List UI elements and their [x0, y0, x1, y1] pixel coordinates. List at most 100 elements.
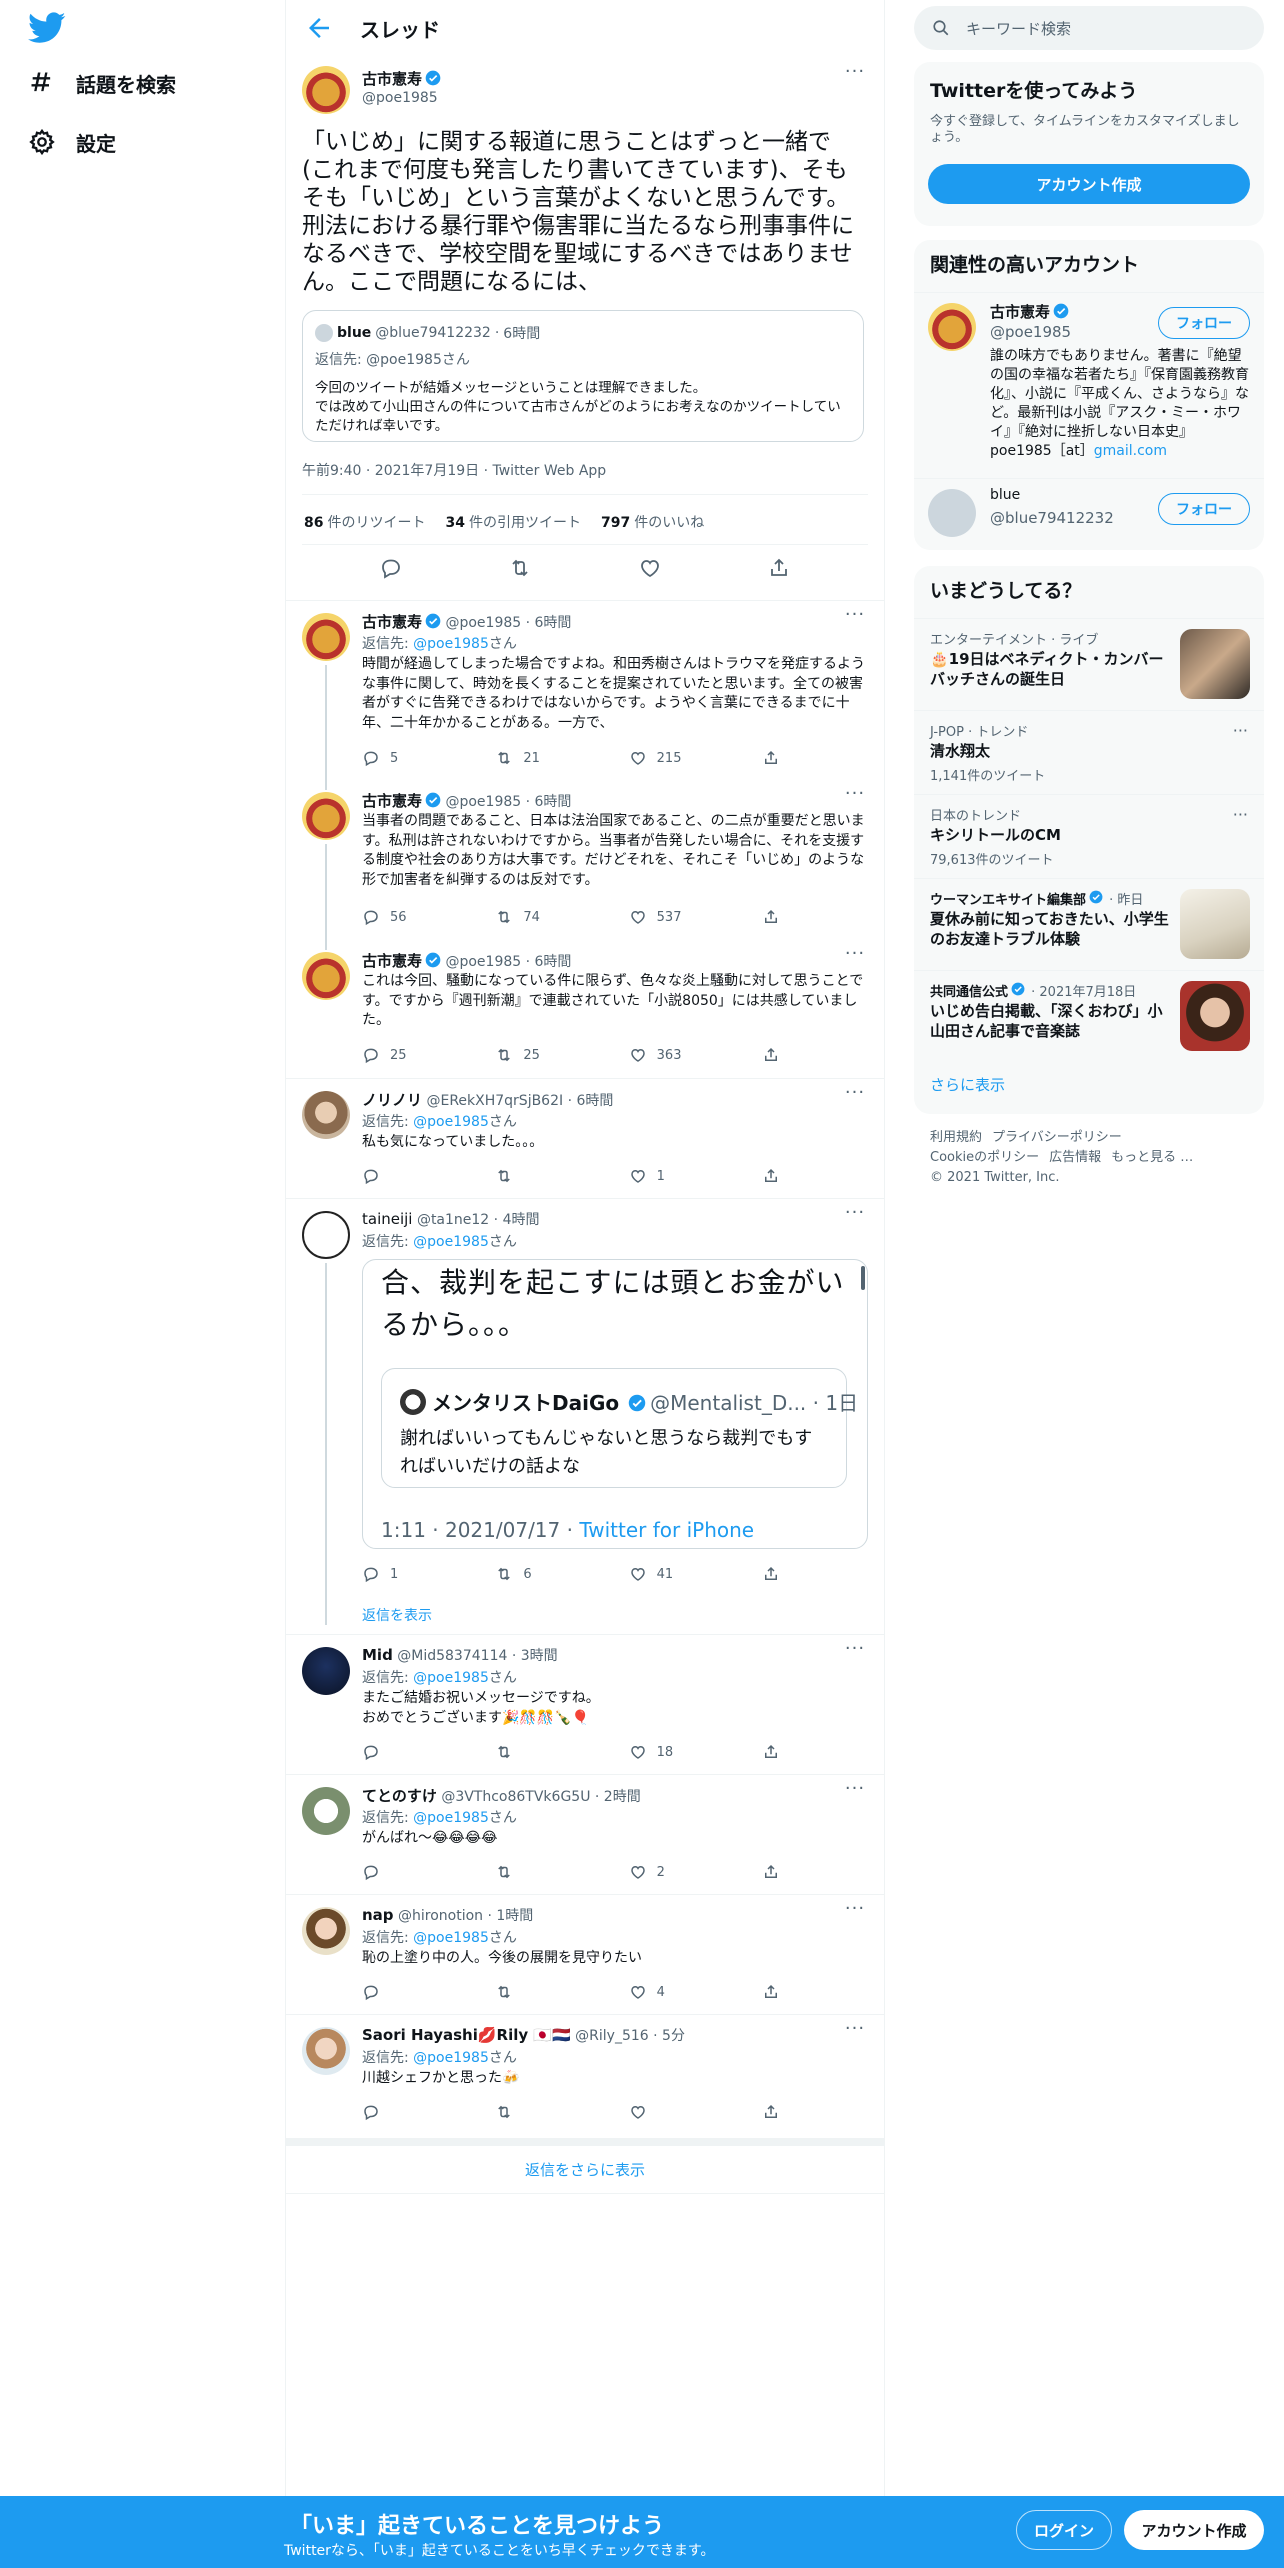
- trend-item[interactable]: 日本のトレンド キシリトールのCM 79,613件のツイート ···: [914, 794, 1264, 878]
- reply-button[interactable]: [362, 2103, 442, 2121]
- share-icon[interactable]: [767, 556, 791, 580]
- search-input[interactable]: キーワード検索: [914, 6, 1264, 50]
- like-button[interactable]: 537: [629, 908, 709, 926]
- more-options-icon[interactable]: ···: [844, 1640, 866, 1665]
- retweet-button[interactable]: 21: [495, 749, 575, 767]
- twitter-logo-icon[interactable]: [28, 12, 66, 44]
- more-options-icon[interactable]: ···: [844, 1204, 866, 1229]
- reply-to-link[interactable]: @poe1985: [413, 2050, 489, 2066]
- show-more-replies-button[interactable]: 返信をさらに表示: [286, 2138, 884, 2194]
- avatar[interactable]: [302, 1211, 350, 1259]
- reply-button[interactable]: 56: [362, 908, 442, 926]
- reply-to-link[interactable]: @poe1985: [413, 1930, 489, 1946]
- reply-tweet[interactable]: 古市憲寿 @poe1985 · 6時間 ··· これは今回、騒動になっている件に…: [286, 940, 884, 1078]
- like-button[interactable]: [629, 2103, 709, 2121]
- reply-to-link[interactable]: @poe1985: [413, 636, 489, 652]
- quoted-tweet[interactable]: blue @blue79412232 · 6時間 返信先: @poe1985さん…: [302, 310, 864, 442]
- back-arrow-icon[interactable]: [304, 13, 334, 43]
- embedded-screenshot[interactable]: 合、裁判を起こすには頭とお金がいるから。。。 メンタリストDaiGo @Ment…: [362, 1259, 868, 1549]
- reply-to-link[interactable]: @poe1985: [413, 1670, 489, 1686]
- like-button[interactable]: 2: [629, 1863, 709, 1881]
- heart-icon[interactable]: [638, 556, 662, 580]
- reply-tweet[interactable]: 古市憲寿 @poe1985 · 6時間 ··· 当事者の問題であること、日本は法…: [286, 780, 884, 944]
- reply-tweet[interactable]: ノリノリ @ERekXH7qrSjB62I · 6時間 返信先: @poe198…: [286, 1078, 884, 1198]
- author-handle[interactable]: @poe1985: [362, 90, 438, 106]
- more-options-icon[interactable]: ···: [844, 945, 866, 970]
- share-button[interactable]: [762, 2103, 782, 2121]
- trend-item[interactable]: ウーマンエキサイト編集部 · 昨日 夏休み前に知っておきたい、小学生のお友達トラ…: [914, 878, 1264, 970]
- like-count[interactable]: 797 件のいいね: [601, 512, 704, 532]
- nav-explore[interactable]: 話題を検索: [28, 58, 176, 108]
- reply-button[interactable]: 1: [362, 1565, 442, 1583]
- reply-button[interactable]: 25: [362, 1046, 442, 1064]
- like-button[interactable]: 18: [629, 1743, 709, 1761]
- retweet-button[interactable]: 6: [495, 1565, 575, 1583]
- reply-button[interactable]: 5: [362, 749, 442, 767]
- footer-link-more[interactable]: もっと見る …: [1111, 1150, 1193, 1165]
- more-options-icon[interactable]: ···: [1233, 805, 1248, 824]
- bio-link[interactable]: gmail.com: [1094, 443, 1167, 459]
- avatar[interactable]: [302, 1647, 350, 1695]
- avatar[interactable]: [928, 303, 976, 351]
- like-button[interactable]: 363: [629, 1046, 709, 1064]
- like-button[interactable]: 4: [629, 1983, 709, 2001]
- account-card[interactable]: 古市憲寿 @poe1985 誰の味方でもありません。著書に『絶望の国の幸福な若者…: [914, 292, 1264, 478]
- avatar[interactable]: [302, 2027, 350, 2075]
- retweet-button[interactable]: [495, 1743, 575, 1761]
- tweet-timestamp[interactable]: 午前9:40 · 2021年7月19日 · Twitter Web App: [302, 460, 606, 480]
- share-button[interactable]: [762, 1046, 782, 1064]
- retweet-icon[interactable]: [508, 556, 532, 580]
- more-options-icon[interactable]: ···: [844, 2020, 866, 2045]
- more-options-icon[interactable]: ···: [844, 63, 866, 88]
- reply-icon[interactable]: [379, 556, 403, 580]
- reply-button[interactable]: [362, 1983, 442, 2001]
- show-more-trends-link[interactable]: さらに表示: [930, 1074, 1005, 1095]
- reply-to-link[interactable]: @poe1985: [413, 1114, 489, 1130]
- show-replies-link[interactable]: 返信を表示: [362, 1605, 432, 1625]
- avatar[interactable]: [928, 489, 976, 537]
- retweet-button[interactable]: [495, 1863, 575, 1881]
- avatar[interactable]: [302, 1907, 350, 1955]
- avatar[interactable]: [302, 1787, 350, 1835]
- footer-link-cookie[interactable]: Cookieのポリシー: [930, 1150, 1039, 1165]
- like-button[interactable]: 41: [629, 1565, 709, 1583]
- trend-item[interactable]: 共同通信公式 · 2021年7月18日 いじめ告白掲載、「深くおわび」小山田さん…: [914, 970, 1264, 1062]
- share-button[interactable]: [762, 908, 782, 926]
- quote-count[interactable]: 34 件の引用ツイート: [445, 512, 580, 532]
- like-button[interactable]: 215: [629, 749, 709, 767]
- footer-link-privacy[interactable]: プライバシーポリシー: [992, 1130, 1122, 1145]
- trend-item[interactable]: エンターテイメント · ライブ 🎂19日はベネディクト・カンバーバッチさんの誕生…: [914, 618, 1264, 710]
- more-options-icon[interactable]: ···: [844, 785, 866, 810]
- more-options-icon[interactable]: ···: [844, 606, 866, 631]
- avatar[interactable]: [302, 1091, 350, 1139]
- reply-tweet[interactable]: 古市憲寿 @poe1985 · 6時間 返信先: @poe1985さん ··· …: [286, 600, 884, 785]
- more-options-icon[interactable]: ···: [844, 1780, 866, 1805]
- share-button[interactable]: [762, 1565, 782, 1583]
- reply-to-link[interactable]: @poe1985: [413, 1810, 489, 1826]
- nav-settings[interactable]: 設定: [28, 117, 116, 167]
- create-account-button[interactable]: アカウント作成: [928, 164, 1250, 204]
- avatar[interactable]: [302, 792, 350, 840]
- avatar[interactable]: [302, 66, 350, 114]
- reply-button[interactable]: [362, 1167, 442, 1185]
- login-button[interactable]: ログイン: [1016, 2510, 1112, 2550]
- retweet-button[interactable]: [495, 1983, 575, 2001]
- reply-tweet[interactable]: Saori Hayashi💋Rily 🇯🇵🇳🇱 @Rily_516 · 5分 返…: [286, 2014, 884, 2138]
- more-options-icon[interactable]: ···: [844, 1900, 866, 1925]
- retweet-button[interactable]: 25: [495, 1046, 575, 1064]
- avatar[interactable]: [302, 952, 350, 1000]
- reply-tweet[interactable]: taineiji @ta1ne12 · 4時間 返信先: @poe1985さん …: [286, 1198, 884, 1634]
- trend-item[interactable]: J-POP · トレンド 清水翔太 1,141件のツイート ···: [914, 710, 1264, 794]
- retweet-button[interactable]: [495, 2103, 575, 2121]
- avatar[interactable]: [302, 613, 350, 661]
- retweet-count[interactable]: 86 件のリツイート: [304, 512, 425, 532]
- share-button[interactable]: [762, 1983, 782, 2001]
- like-button[interactable]: 1: [629, 1167, 709, 1185]
- share-button[interactable]: [762, 1743, 782, 1761]
- reply-tweet[interactable]: Mid @Mid58374114 · 3時間 返信先: @poe1985さん ·…: [286, 1634, 884, 1774]
- footer-link-terms[interactable]: 利用規約: [930, 1130, 982, 1145]
- account-card[interactable]: blue @blue79412232 フォロー: [914, 478, 1264, 550]
- reply-button[interactable]: [362, 1743, 442, 1761]
- follow-button[interactable]: フォロー: [1158, 307, 1250, 339]
- share-button[interactable]: [762, 1863, 782, 1881]
